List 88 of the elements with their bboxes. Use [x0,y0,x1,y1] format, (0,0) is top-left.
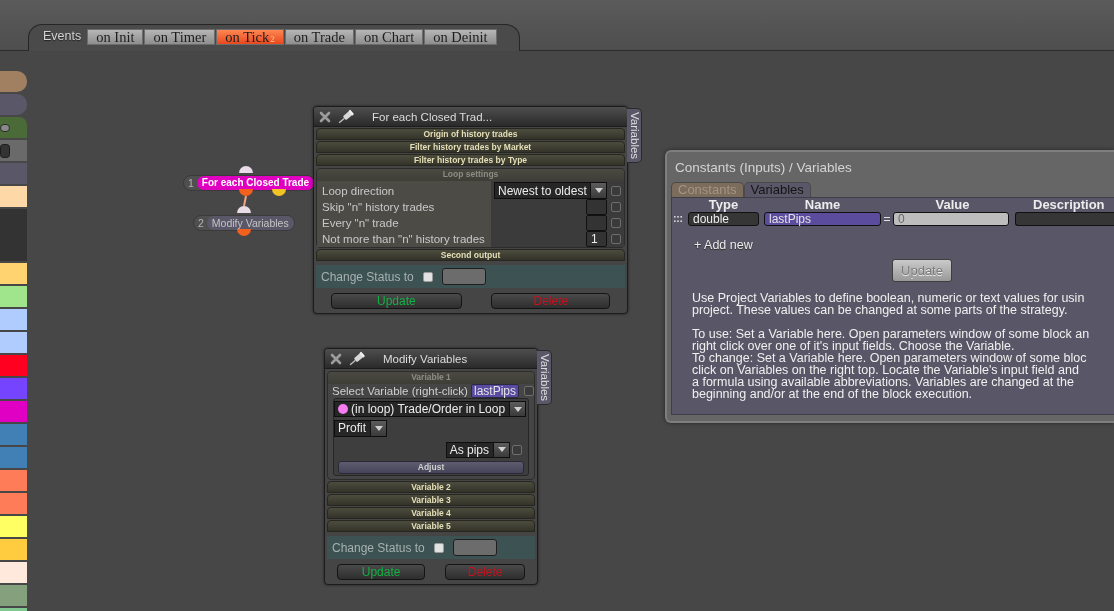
node-label: Modify Variables [206,216,294,230]
category-button[interactable] [0,140,27,161]
caret-icon [513,406,522,412]
column-header: Description [1033,198,1105,211]
square-icon [0,143,10,158]
port-icon[interactable] [237,206,251,213]
checkbox[interactable] [423,271,433,282]
number-field[interactable]: 1 [586,231,607,247]
caret-icon [374,425,383,431]
select-variable-label: Select Variable (right-click) [332,385,469,397]
node-number: 1 [187,176,195,190]
close-icon[interactable] [330,352,342,365]
port-icon[interactable] [237,229,251,236]
checkbox[interactable] [524,386,534,396]
column-header: Value [935,198,970,211]
checkbox[interactable] [611,218,621,228]
help-text: To change: Set a Variable here. Open parameters window of some bloc click on Variables on the right top. Locate the Variable's input field and a formula using available abbreviations. Variables are changed at the beginning and/or at the end of the block execution. [692,352,1088,400]
block-count: 2 [270,35,275,44]
setting-label: Loop direction [321,183,396,198]
event-tab[interactable]: on Timer [144,29,216,45]
number-field[interactable] [586,215,607,231]
category-button[interactable] [0,117,27,138]
window-title: For each Closed Trad... [372,110,493,123]
dropdown[interactable]: Newest to oldest [494,182,607,199]
update-button[interactable]: Update [330,293,462,309]
setting-label: Every "n" trade [321,216,400,230]
checkbox[interactable] [512,444,522,455]
dropdown[interactable]: Profit [334,419,387,437]
help-text: To use: Set a Variable here. Open parameters window of some block an right click over one of it's input fields. Choose the Variable. [692,328,1091,352]
help-text: Use Project Variables to define boolean, numeric or text values for usin project. These values can be changed at some parts of the strategy. [692,292,1086,316]
connector-line [240,196,250,206]
caret-icon [594,188,603,193]
column-header: Type [708,198,739,211]
status-field[interactable] [442,268,486,285]
checkbox[interactable] [611,185,621,196]
node-label: For each Closed Trade [196,176,315,190]
status-label: Change Status to [332,540,426,555]
event-tab[interactable]: on Deinit [424,29,497,45]
dropdown[interactable]: As pips [445,441,510,458]
number-field[interactable] [586,199,607,215]
dot-icon [338,404,348,414]
add-new-link[interactable]: + Add new [694,238,753,252]
section-header[interactable]: Filter history trades by Market [316,141,625,153]
variables-tab[interactable]: Variables [537,350,552,405]
checkbox[interactable] [434,542,444,553]
variable-button[interactable]: lastPips [470,384,519,398]
pin-icon[interactable] [347,350,367,367]
caret-icon [497,447,506,452]
adjust-button[interactable]: Adjust [338,460,524,474]
event-tab[interactable]: on Trade [284,29,354,45]
description-field[interactable] [1015,212,1114,226]
event-tab[interactable]: on Chart [354,29,424,45]
section-header[interactable]: Filter history trades by Type [316,154,625,166]
block-node[interactable]: 2 Modify Variables [193,215,295,231]
status-field[interactable] [453,539,497,556]
variables-tab[interactable]: Variables [627,108,642,163]
section-header[interactable]: Second output [316,249,625,261]
drag-handle-icon[interactable] [674,216,682,222]
name-field[interactable]: lastPips [764,212,881,226]
section-header[interactable]: Variable 4 [327,507,535,519]
checkbox[interactable] [611,202,621,212]
port-icon[interactable] [272,189,286,196]
type-field[interactable]: double [688,212,759,226]
toggle-icon [0,123,10,132]
event-tab[interactable]: on Tick2 [216,29,284,45]
dropdown[interactable]: (in loop) Trade/Order in Loop [334,401,527,417]
pin-icon[interactable] [336,108,356,125]
port-icon[interactable] [239,189,253,196]
section-header[interactable]: Variable 2 [327,481,535,493]
section-header[interactable]: Origin of history trades [316,128,625,140]
node-number: 2 [197,216,205,230]
update-button[interactable]: Update [336,564,426,580]
block-node[interactable]: 1 For each Closed Trade [183,175,316,191]
checkbox[interactable] [611,234,621,244]
status-label: Change Status to [321,269,415,284]
setting-label: Skip "n" history trades [321,200,436,214]
window-title: Modify Variables [383,352,468,365]
panel-title: Constants (Inputs) / Variables [674,160,853,176]
equals-sign: = [882,213,892,225]
category-button[interactable] [0,71,27,92]
port-icon[interactable] [239,166,253,173]
setting-label: Not more than "n" history trades [321,232,486,246]
close-icon[interactable] [319,110,331,123]
section-header[interactable]: Variable 3 [327,494,535,506]
event-tab[interactable]: on Init [87,29,144,45]
column-header: Name [804,198,841,211]
section-header[interactable]: Variable 5 [327,520,535,532]
events-label: Events [43,29,82,43]
